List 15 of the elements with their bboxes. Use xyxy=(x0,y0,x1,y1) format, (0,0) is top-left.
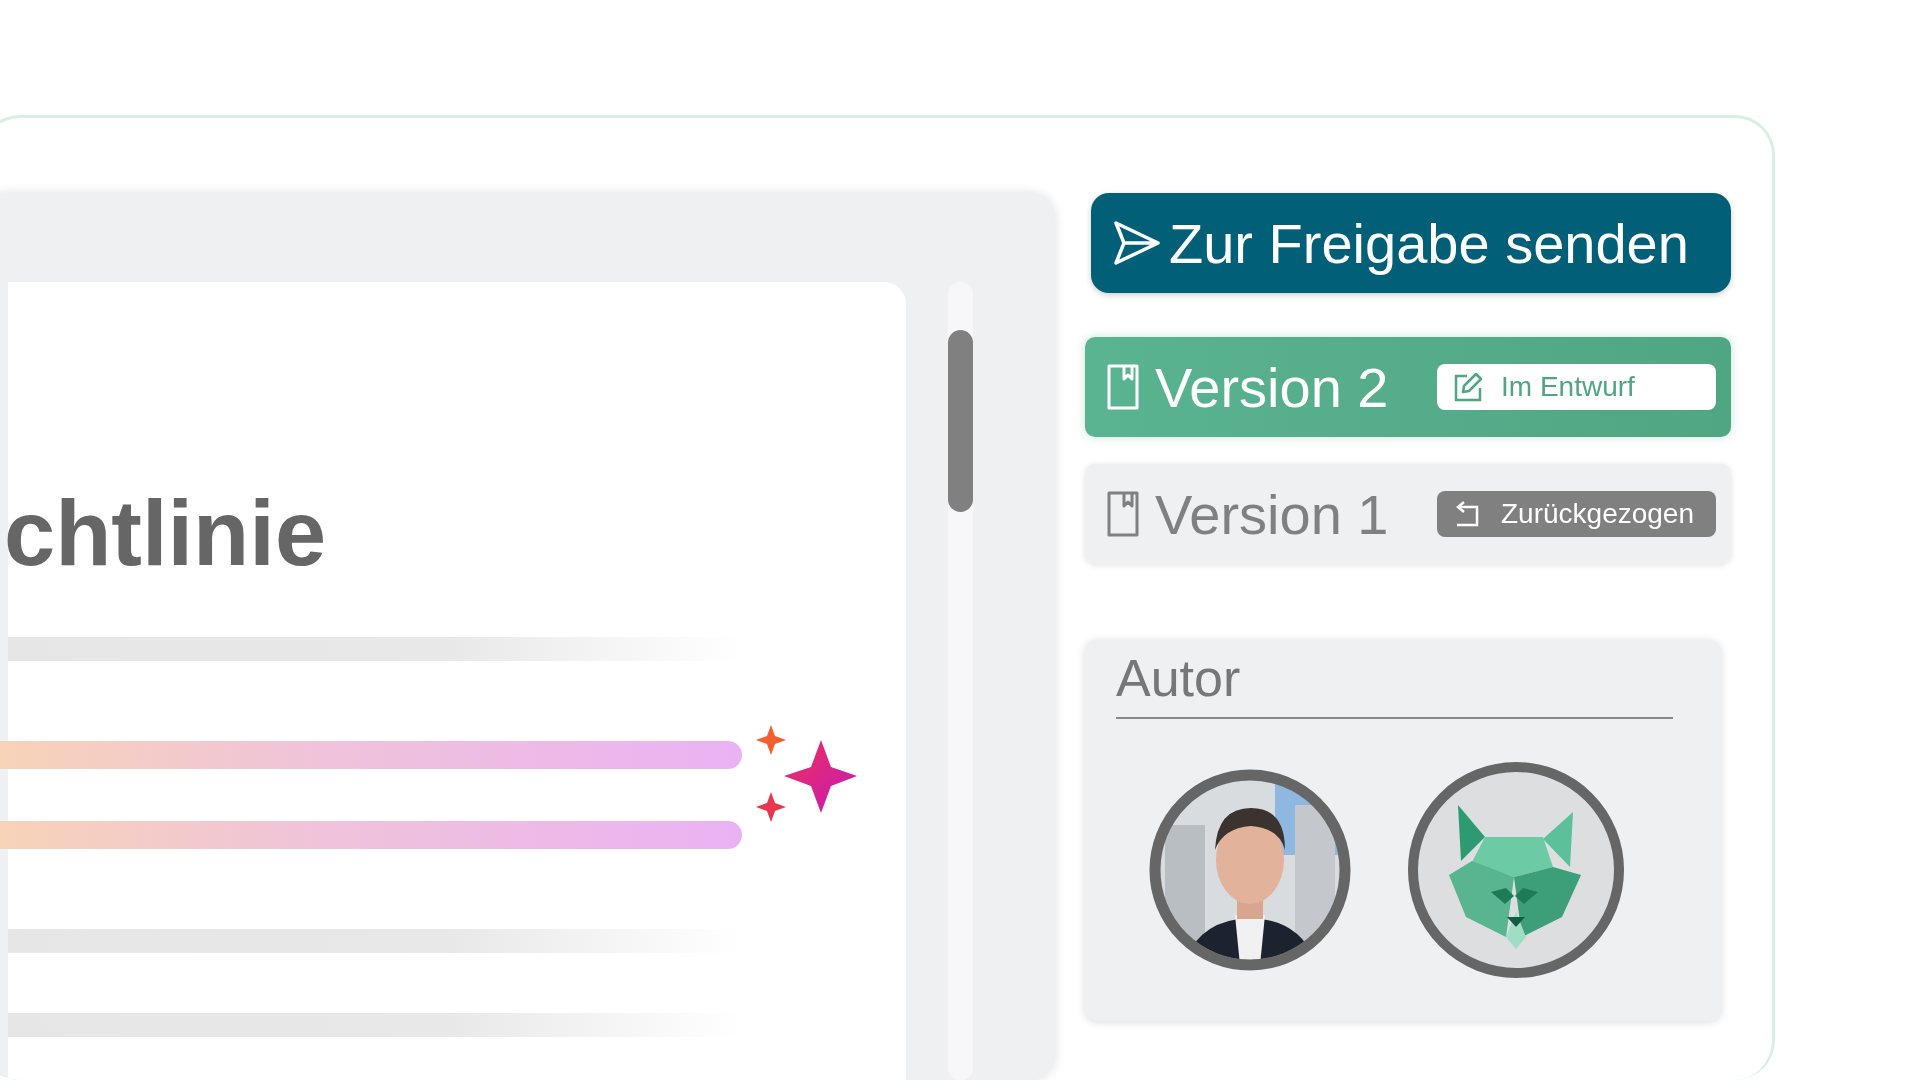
edit-icon xyxy=(1453,372,1483,402)
document-title: chtlinie xyxy=(4,481,328,579)
version-item[interactable]: Version 1 Zurückgezogen xyxy=(1085,464,1731,564)
scrollbar-track[interactable] xyxy=(948,282,973,1080)
send-icon xyxy=(1113,220,1161,266)
scrollbar-thumb[interactable] xyxy=(948,330,973,512)
send-button[interactable]: Zur Freigabe senden xyxy=(1091,193,1731,293)
status-label: Zurückgezogen xyxy=(1501,498,1694,530)
version-item[interactable]: Version 2 Im Entwurf xyxy=(1085,337,1731,437)
version-label: Version 2 xyxy=(1155,354,1390,420)
author-heading: Autor xyxy=(1116,650,1673,720)
status-label: Im Entwurf xyxy=(1501,371,1635,403)
version-label: Version 1 xyxy=(1155,481,1390,547)
book-icon xyxy=(1107,491,1139,537)
book-icon xyxy=(1107,364,1139,410)
